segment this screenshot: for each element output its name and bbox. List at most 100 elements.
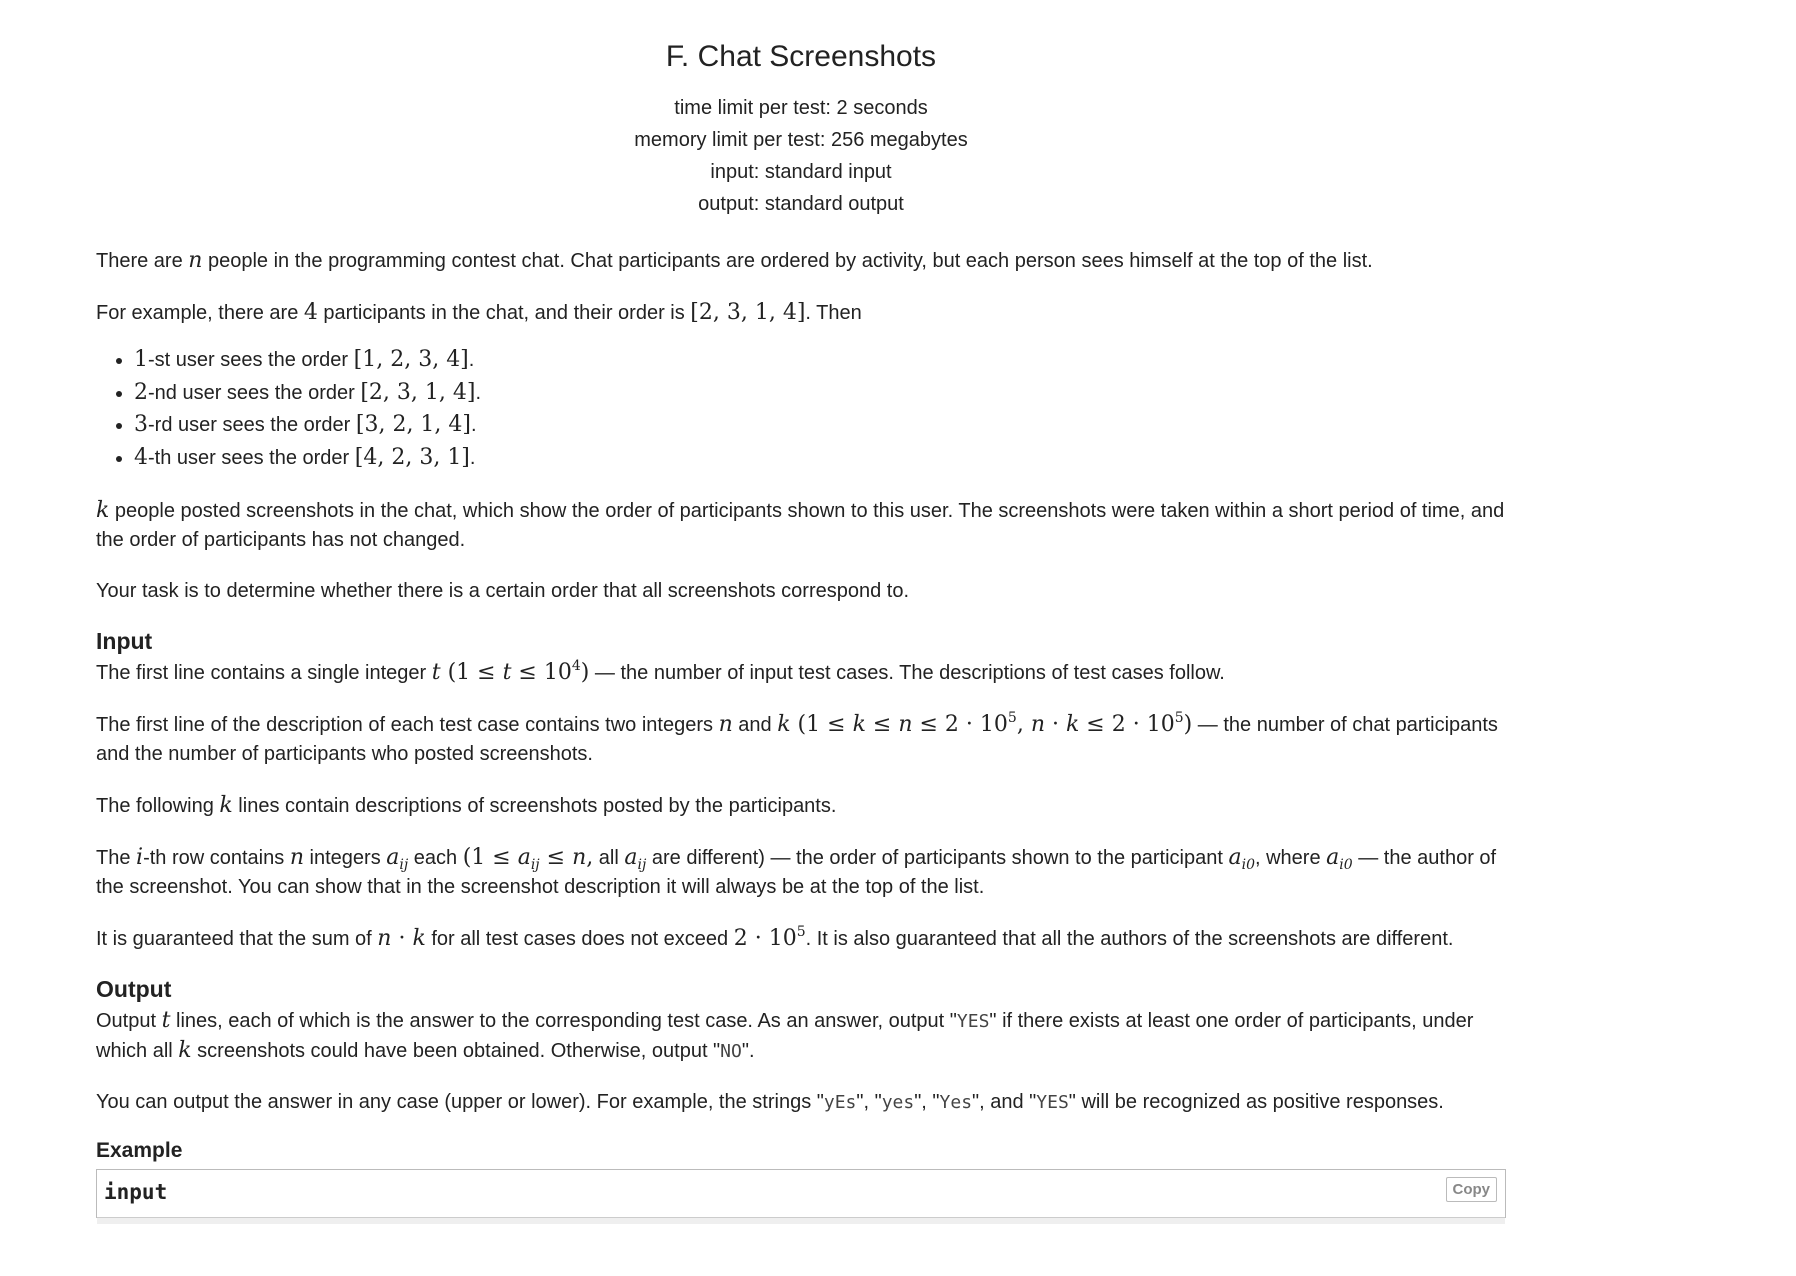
text: (1 ≤ <box>462 845 518 870</box>
copy-button[interactable]: Copy <box>1445 1177 1497 1202</box>
text: all <box>593 847 625 869</box>
text: ≤ <box>865 712 899 737</box>
text: . <box>469 446 476 469</box>
text: for all test cases does not exceed <box>425 928 734 950</box>
math-k: k <box>412 926 426 951</box>
text: The first line contains a single integer <box>96 662 432 684</box>
memory-limit: memory limit per test: 256 megabytes <box>634 129 968 151</box>
text: ", " <box>856 1091 882 1113</box>
example-order-list: 1-st user sees the order [1, 2, 3, 4]. 2… <box>96 344 1506 474</box>
text: . <box>468 349 475 371</box>
math-a: a <box>1326 845 1340 870</box>
code-yes-variant: Yes <box>939 1092 973 1113</box>
code-no: NO <box>720 1041 742 1062</box>
code-yes-variant: yEs <box>823 1092 857 1113</box>
input-paragraph-4: The i-th row contains n integers aij eac… <box>96 843 1506 902</box>
list-item: 1-st user sees the order [1, 2, 3, 4]. <box>134 344 1506 377</box>
math-number: 4 <box>134 444 148 470</box>
text: -th row contains <box>143 847 290 869</box>
math-number: 1 <box>134 347 148 372</box>
output-spec: output: standard output <box>698 193 904 215</box>
subscript: i0 <box>1241 857 1255 873</box>
math-order: [1, 2, 3, 4] <box>353 347 469 372</box>
text: and <box>732 714 778 736</box>
text: lines, each of which is the answer to th… <box>170 1010 957 1032</box>
text: — the number of input test cases. The de… <box>589 662 1225 684</box>
statement-paragraph-3: k people posted screenshots in the chat,… <box>96 496 1506 555</box>
math-number: 3 <box>134 412 148 437</box>
text: people in the programming contest chat. … <box>202 250 1373 272</box>
exponent: 5 <box>1007 710 1017 726</box>
text: The following <box>96 795 220 817</box>
text: ) <box>1183 712 1193 737</box>
subscript: ij <box>399 857 409 873</box>
text: integers <box>303 847 387 869</box>
problem-statement: F. Chat Screenshots time limit per test:… <box>96 0 1506 1224</box>
list-item: 4-th user sees the order [4, 2, 3, 1]. <box>134 442 1506 475</box>
input-spec: input: standard input <box>710 161 892 183</box>
math-dot: · <box>391 926 413 951</box>
math-range: (1 ≤ k ≤ n ≤ 2 · 105, n · k ≤ 2 · 105) <box>791 710 1193 737</box>
text: , where <box>1255 847 1327 869</box>
text: ≤ 2 · 10 <box>1079 712 1175 737</box>
text: · <box>1044 712 1066 737</box>
text: participants in the chat, and their orde… <box>317 302 691 324</box>
input-paragraph-3: The following k lines contain descriptio… <box>96 791 1506 821</box>
math-number: 4 <box>303 300 318 325</box>
text: -st user sees the order <box>148 349 354 371</box>
input-paragraph-1: The first line contains a single integer… <box>96 658 1506 688</box>
code-yes: YES <box>956 1011 990 1032</box>
statement-paragraph-4: Your task is to determine whether there … <box>96 580 910 602</box>
math-order: [2, 3, 1, 4] <box>360 379 476 405</box>
text: . Then <box>805 302 862 324</box>
statement-paragraph-2: For example, there are 4 participants in… <box>96 298 1506 328</box>
exponent: 4 <box>571 658 581 674</box>
code-yes-variant: yes <box>881 1092 915 1113</box>
subscript: i0 <box>1339 857 1353 873</box>
math-t: t <box>431 660 441 685</box>
math-k: k <box>178 1038 192 1063</box>
math-number: 2 · 10 <box>733 926 797 951</box>
math-range: (1 ≤ t ≤ 104) <box>440 658 590 685</box>
text: ≤ <box>539 845 573 870</box>
text: each <box>408 847 463 869</box>
math-k: k <box>777 712 791 737</box>
text: . <box>475 381 482 404</box>
example-input-content <box>97 1217 1505 1224</box>
math-k: k <box>219 793 233 818</box>
problem-title: F. Chat Screenshots <box>665 40 937 73</box>
text: The <box>96 847 137 869</box>
text: are different) — the order of participan… <box>646 847 1229 869</box>
text: ". <box>741 1040 755 1062</box>
list-item: 3-rd user sees the order [3, 2, 1, 4]. <box>134 409 1506 442</box>
output-paragraph-1: Output t lines, each of which is the ans… <box>96 1006 1506 1066</box>
math-k: k <box>852 712 866 737</box>
math-k: k <box>1065 712 1080 737</box>
code-yes-variant: YES <box>1036 1092 1069 1113</box>
text: ≤ 10 <box>511 660 572 685</box>
text: -th user sees the order <box>148 446 355 469</box>
math-order: [4, 2, 3, 1] <box>354 444 470 470</box>
text: -rd user sees the order <box>148 414 356 436</box>
subscript: ij <box>530 857 540 873</box>
math-n: n <box>718 712 733 737</box>
text: screenshots could have been obtained. Ot… <box>191 1040 721 1062</box>
text: , <box>1016 712 1031 737</box>
example-input-label: input <box>104 1180 168 1204</box>
time-limit: time limit per test: 2 seconds <box>674 97 928 119</box>
math-a: a <box>517 845 531 870</box>
text: " will be recognized as positive respons… <box>1068 1091 1444 1113</box>
exponent: 5 <box>796 924 806 940</box>
text: . It is also guaranteed that all the aut… <box>805 928 1454 950</box>
exponent: 5 <box>1174 710 1184 726</box>
text: (1 ≤ <box>440 660 503 685</box>
math-order: [3, 2, 1, 4] <box>355 412 471 437</box>
text: ", " <box>914 1091 940 1113</box>
math-number: 2 <box>134 379 148 405</box>
math-range: (1 ≤ aij ≤ n, <box>462 845 594 873</box>
problem-header: F. Chat Screenshots time limit per test:… <box>96 0 1506 220</box>
statement-paragraph-1: There are n people in the programming co… <box>96 246 1506 276</box>
math-a: a <box>624 845 638 870</box>
math-a: a <box>1228 845 1242 870</box>
math-n: n <box>377 926 392 951</box>
